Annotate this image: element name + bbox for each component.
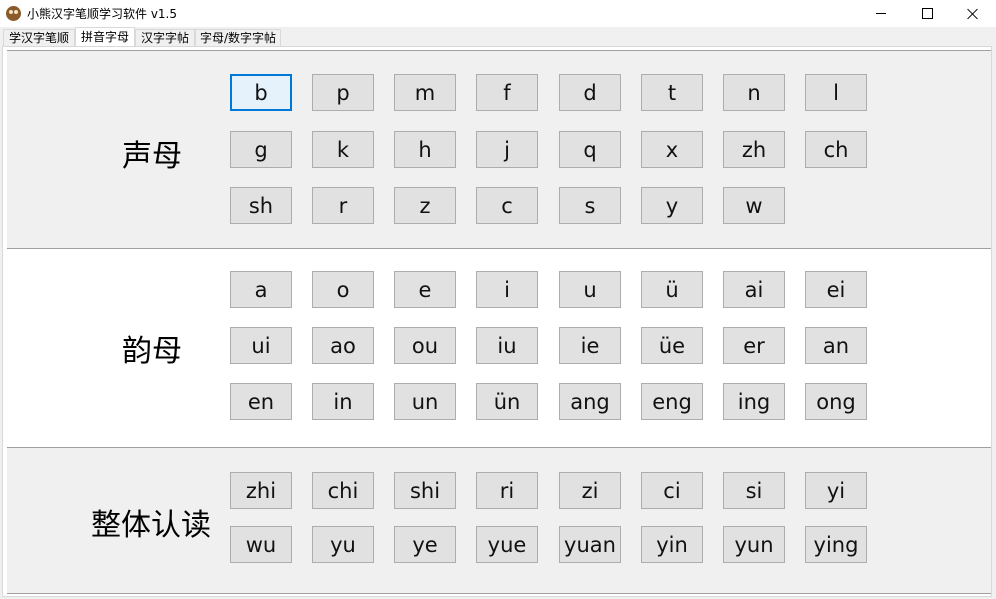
- zhengti-button-ying[interactable]: ying: [805, 526, 867, 563]
- shengmu-button-f[interactable]: f: [476, 74, 538, 111]
- zhengti-button-yue[interactable]: yue: [476, 526, 538, 563]
- yunmu-button-e[interactable]: e: [394, 271, 456, 308]
- shengmu-button-c[interactable]: c: [476, 187, 538, 224]
- shengmu-button-d[interactable]: d: [559, 74, 621, 111]
- yunmu-button-ai[interactable]: ai: [723, 271, 785, 308]
- zhengti-button-chi[interactable]: chi: [312, 472, 374, 509]
- window-title: 小熊汉字笔顺学习软件 v1.5: [27, 7, 178, 21]
- yunmu-button-un[interactable]: un: [394, 383, 456, 420]
- zhengti-button-yu[interactable]: yu: [312, 526, 374, 563]
- shengmu-button-sh[interactable]: sh: [230, 187, 292, 224]
- shengmu-button-g[interactable]: g: [230, 131, 292, 168]
- minimize-icon: [876, 13, 886, 14]
- yunmu-button-ui[interactable]: ui: [230, 327, 292, 364]
- yunmu-button-ou[interactable]: ou: [394, 327, 456, 364]
- zhengti-button-yin[interactable]: yin: [641, 526, 703, 563]
- shengmu-button-w[interactable]: w: [723, 187, 785, 224]
- title-bar: 小熊汉字笔顺学习软件 v1.5: [0, 0, 996, 27]
- yunmu-label: 韵母: [122, 334, 182, 369]
- shengmu-button-n[interactable]: n: [723, 74, 785, 111]
- zhengti-button-ci[interactable]: ci: [641, 472, 703, 509]
- shengmu-button-l[interactable]: l: [805, 74, 867, 111]
- yunmu-button-ong[interactable]: ong: [805, 383, 867, 420]
- yunmu-button-in[interactable]: in: [312, 383, 374, 420]
- shengmu-button-z[interactable]: z: [394, 187, 456, 224]
- yunmu-button-en[interactable]: en: [230, 383, 292, 420]
- zhengti-button-yuan[interactable]: yuan: [559, 526, 621, 563]
- zhengti-button-yi[interactable]: yi: [805, 472, 867, 509]
- yunmu-group: 韵母 a o e i u ü ai ei ui ao ou iu ie üe er an en in un ün ang…: [7, 248, 991, 448]
- shengmu-button-p[interactable]: p: [312, 74, 374, 111]
- close-button[interactable]: [950, 0, 996, 27]
- shengmu-button-ch[interactable]: ch: [805, 131, 867, 168]
- minimize-button[interactable]: [858, 0, 904, 27]
- yunmu-button-u[interactable]: u: [559, 271, 621, 308]
- yunmu-button-iu[interactable]: iu: [476, 327, 538, 364]
- bear-app-icon: [6, 6, 21, 21]
- yunmu-button-ang[interactable]: ang: [559, 383, 621, 420]
- yunmu-button-er[interactable]: er: [723, 327, 785, 364]
- shengmu-button-t[interactable]: t: [641, 74, 703, 111]
- yunmu-button-ie[interactable]: ie: [559, 327, 621, 364]
- shengmu-button-k[interactable]: k: [312, 131, 374, 168]
- zhengti-button-zi[interactable]: zi: [559, 472, 621, 509]
- tab-strip: 学汉字笔顺 拼音字母 汉字字帖 字母/数字字帖: [0, 27, 996, 47]
- shengmu-button-q[interactable]: q: [559, 131, 621, 168]
- yunmu-button-ün[interactable]: ün: [476, 383, 538, 420]
- zhengti-label: 整体认读: [91, 508, 211, 543]
- zhengti-button-shi[interactable]: shi: [394, 472, 456, 509]
- shengmu-button-zh[interactable]: zh: [723, 131, 785, 168]
- shengmu-button-x[interactable]: x: [641, 131, 703, 168]
- shengmu-button-r[interactable]: r: [312, 187, 374, 224]
- yunmu-button-ei[interactable]: ei: [805, 271, 867, 308]
- pinyin-panel: 声母 b p m f d t n l g k h j q x zh ch sh r z c s y w 韵母 aoeiuüa…: [2, 46, 992, 597]
- close-icon: [967, 8, 979, 20]
- tab-stroke-order[interactable]: 学汉字笔顺: [3, 29, 75, 46]
- yunmu-button-ing[interactable]: ing: [723, 383, 785, 420]
- zhengti-button-ye[interactable]: ye: [394, 526, 456, 563]
- zhengti-group: 整体认读 zhi chi shi ri zi ci si yi wu yu ye yue yuan yin…: [7, 447, 991, 594]
- tab-pinyin[interactable]: 拼音字母: [75, 27, 135, 47]
- tab-letter-number-copybook[interactable]: 字母/数字字帖: [195, 29, 281, 46]
- yunmu-button-ao[interactable]: ao: [312, 327, 374, 364]
- zhengti-button-wu[interactable]: wu: [230, 526, 292, 563]
- shengmu-group: 声母 b p m f d t n l g k h j q x zh ch sh r z c s y w: [7, 50, 991, 249]
- maximize-icon: [921, 8, 933, 19]
- zhengti-button-yun[interactable]: yun: [723, 526, 785, 563]
- yunmu-button-an[interactable]: an: [805, 327, 867, 364]
- yunmu-button-ü[interactable]: ü: [641, 271, 703, 308]
- yunmu-button-i[interactable]: i: [476, 271, 538, 308]
- zhengti-button-si[interactable]: si: [723, 472, 785, 509]
- shengmu-label: 声母: [122, 139, 182, 174]
- tab-hanzi-copybook[interactable]: 汉字字帖: [135, 29, 195, 46]
- zhengti-button-zhi[interactable]: zhi: [230, 472, 292, 509]
- yunmu-button-eng[interactable]: eng: [641, 383, 703, 420]
- shengmu-button-s[interactable]: s: [559, 187, 621, 224]
- yunmu-button-o[interactable]: o: [312, 271, 374, 308]
- shengmu-button-m[interactable]: m: [394, 74, 456, 111]
- maximize-button[interactable]: [904, 0, 950, 27]
- shengmu-button-b[interactable]: b: [230, 74, 292, 111]
- shengmu-button-h[interactable]: h: [394, 131, 456, 168]
- shengmu-button-y[interactable]: y: [641, 187, 703, 224]
- zhengti-button-ri[interactable]: ri: [476, 472, 538, 509]
- yunmu-button-üe[interactable]: üe: [641, 327, 703, 364]
- yunmu-button-a[interactable]: a: [230, 271, 292, 308]
- shengmu-button-j[interactable]: j: [476, 131, 538, 168]
